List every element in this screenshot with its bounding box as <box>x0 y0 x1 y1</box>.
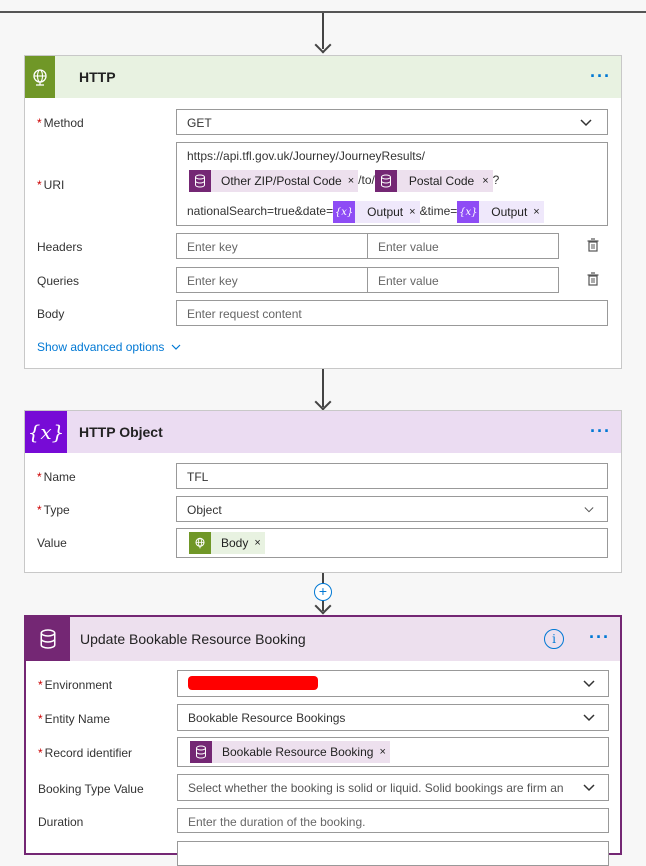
update-booking-header[interactable]: Update Bookable Resource Booking i ··· <box>26 617 620 661</box>
uri-token-output-time[interactable]: {x} Output × <box>457 201 544 223</box>
uri-token-postal[interactable]: Postal Code × <box>374 170 493 192</box>
record-identifier-input[interactable]: Bookable Resource Booking × <box>177 737 609 767</box>
http-object-more-options-icon[interactable]: ··· <box>590 421 611 442</box>
chevron-down-icon <box>583 680 595 688</box>
queries-value-input[interactable]: Enter value <box>367 267 559 293</box>
info-icon[interactable]: i <box>544 629 564 649</box>
connector-arrowhead-3 <box>314 597 332 615</box>
http-card-title: HTTP <box>79 69 116 85</box>
method-label: * Method <box>37 116 84 130</box>
database-icon <box>374 170 397 192</box>
type-label: * Type <box>37 503 70 517</box>
chevron-down-icon <box>583 714 595 722</box>
chevron-down-icon <box>171 344 181 350</box>
headers-value-input[interactable]: Enter value <box>367 233 559 259</box>
booking-type-select[interactable]: Select whether the booking is solid or l… <box>177 774 609 801</box>
remove-token-icon[interactable]: × <box>533 206 543 218</box>
value-input[interactable]: Body × <box>176 528 608 558</box>
method-select[interactable]: GET <box>176 109 608 135</box>
http-card-header[interactable]: HTTP ··· <box>25 56 621 98</box>
duration-label: Duration <box>38 815 84 829</box>
chevron-down-icon <box>582 782 596 794</box>
name-input[interactable]: TFL <box>176 463 608 489</box>
record-identifier-label: * Record identifier <box>38 746 133 760</box>
connector-arrowhead-2 <box>314 393 332 411</box>
trash-icon[interactable] <box>586 238 600 252</box>
value-token-body[interactable]: Body × <box>189 532 265 554</box>
update-more-options-icon[interactable]: ··· <box>589 627 610 648</box>
redacted-value <box>188 676 318 690</box>
uri-separator-to: /to/ <box>358 173 375 188</box>
uri-input[interactable]: https://api.tfl.gov.uk/Journey/JourneyRe… <box>176 142 608 226</box>
globe-icon <box>189 532 211 554</box>
uri-token-output-date[interactable]: {x} Output × <box>333 201 420 223</box>
expression-icon: {x} <box>333 201 356 223</box>
record-token-booking[interactable]: Bookable Resource Booking × <box>190 741 390 763</box>
headers-label: Headers <box>37 240 83 254</box>
queries-key-input[interactable]: Enter key <box>176 267 368 293</box>
http-object-title: HTTP Object <box>79 424 163 440</box>
variable-icon: {x} <box>25 411 67 453</box>
http-object-card[interactable]: {x} HTTP Object ··· * Name TFL * Type Obje… <box>24 410 622 573</box>
update-booking-card[interactable]: Update Bookable Resource Booking i ··· *… <box>24 615 622 866</box>
name-label: * Name <box>37 470 76 484</box>
remove-token-icon[interactable]: × <box>409 206 419 218</box>
value-label: Value <box>37 536 67 550</box>
remove-token-icon[interactable]: × <box>348 175 358 187</box>
remove-token-icon[interactable]: × <box>379 746 389 758</box>
uri-text-line1: https://api.tfl.gov.uk/Journey/JourneyRe… <box>187 149 425 163</box>
database-icon <box>189 170 211 192</box>
uri-label: * URI <box>37 178 65 192</box>
body-input[interactable]: Enter request content <box>176 300 608 326</box>
type-select[interactable]: Object <box>176 496 608 522</box>
next-field-input[interactable] <box>177 841 609 866</box>
chevron-down-icon <box>580 119 592 127</box>
duration-input[interactable]: Enter the duration of the booking. <box>177 808 609 833</box>
show-advanced-options-link[interactable]: Show advanced options <box>37 340 181 354</box>
expression-icon: {x} <box>457 201 480 223</box>
http-object-header[interactable]: {x} HTTP Object ··· <box>25 411 621 453</box>
http-more-options-icon[interactable]: ··· <box>590 66 611 87</box>
update-booking-title: Update Bookable Resource Booking <box>80 631 306 647</box>
uri-token-zip[interactable]: Other ZIP/Postal Code × <box>189 170 359 192</box>
environment-label: * Environment <box>38 678 113 692</box>
headers-key-input[interactable]: Enter key <box>176 233 368 259</box>
body-label: Body <box>37 307 65 321</box>
globe-icon <box>25 56 55 98</box>
database-icon <box>190 741 212 763</box>
uri-separator-question: ? <box>492 173 500 188</box>
entity-name-select[interactable]: Bookable Resource Bookings <box>177 704 609 731</box>
connector-arrowhead-1 <box>314 36 332 54</box>
environment-select[interactable] <box>177 670 609 697</box>
chevron-down-icon <box>584 507 594 513</box>
trash-icon[interactable] <box>586 272 600 286</box>
booking-type-label: Booking Type Value <box>38 782 144 796</box>
uri-text-line3: nationalSearch=true&date= <box>187 204 334 219</box>
remove-token-icon[interactable]: × <box>254 537 264 549</box>
http-action-card[interactable]: HTTP ··· * Method GET * URI https://api.tf… <box>24 55 622 369</box>
remove-token-icon[interactable]: × <box>482 175 492 187</box>
uri-separator-time: &time= <box>419 204 458 219</box>
queries-label: Queries <box>37 274 80 288</box>
entity-name-label: * Entity Name <box>38 712 111 726</box>
database-icon <box>26 617 70 661</box>
